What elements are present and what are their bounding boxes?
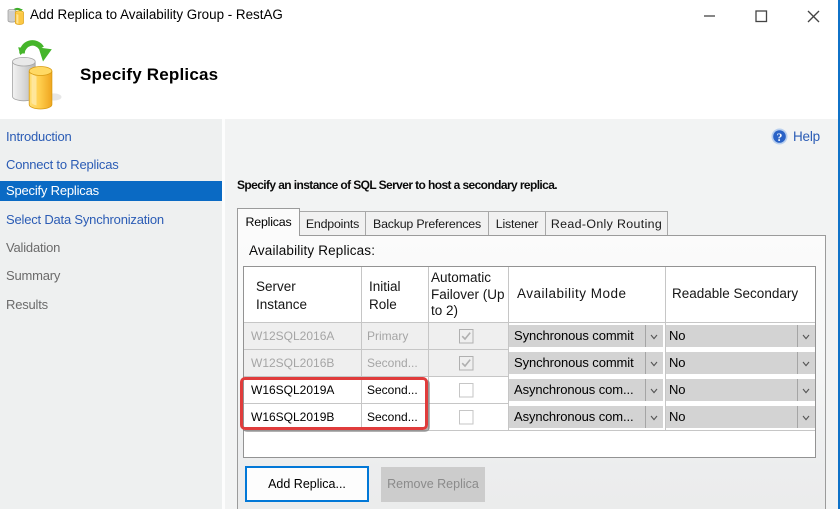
- svg-text:?: ?: [777, 132, 783, 144]
